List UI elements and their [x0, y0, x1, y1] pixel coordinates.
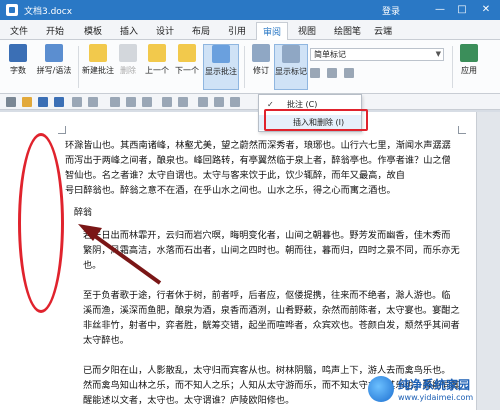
- arrow-shaft: [90, 232, 162, 285]
- pointer-arrow-icon: [78, 224, 162, 285]
- watermark-url: www.yidaimei.com: [398, 393, 474, 402]
- watermark-name: 纯净系统家园: [398, 378, 471, 392]
- watermark: 纯净系统家园 www.yidaimei.com: [368, 374, 498, 408]
- watermark-logo-icon: [368, 376, 394, 402]
